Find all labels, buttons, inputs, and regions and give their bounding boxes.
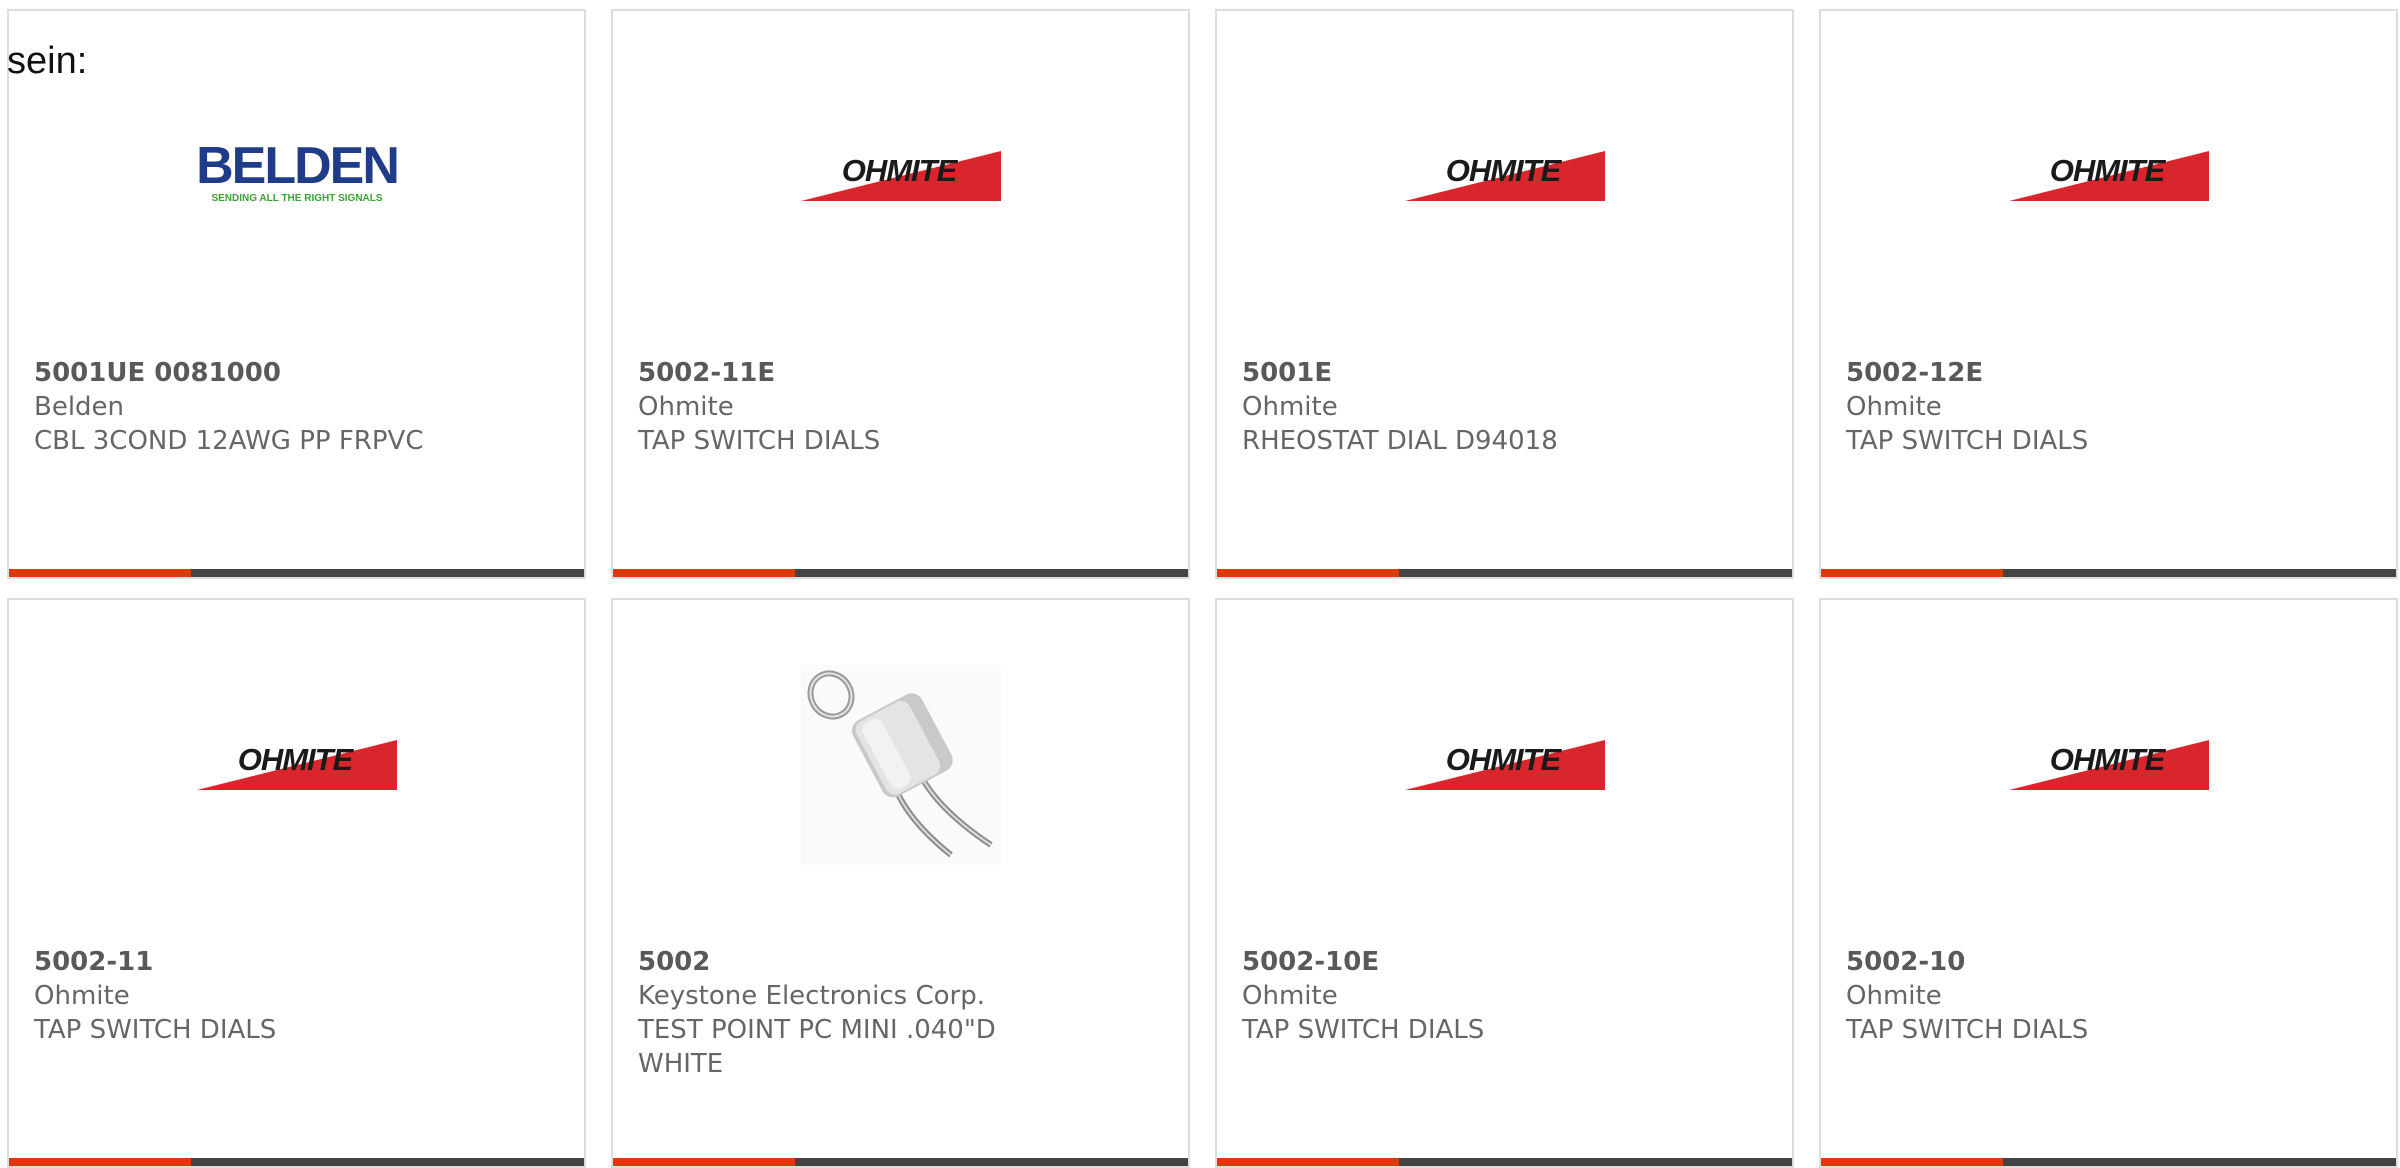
- product-image: BELDEN SENDING ALL THE RIGHT SIGNALS: [9, 11, 584, 341]
- part-number[interactable]: 5001E: [1242, 356, 1672, 390]
- product-image: OHMITE: [1217, 11, 1792, 341]
- product-card[interactable]: BELDEN SENDING ALL THE RIGHT SIGNALS 500…: [7, 9, 586, 579]
- ohmite-logo: OHMITE: [800, 151, 1001, 201]
- manufacturer-name: Ohmite: [1846, 392, 1942, 422]
- product-card[interactable]: OHMITE 5002-12E Ohmite TAP SWITCH DIALS: [1819, 9, 2398, 579]
- ohmite-logo-wordmark: OHMITE: [1445, 153, 1562, 188]
- product-info: 5002-11E Ohmite TAP SWITCH DIALS: [638, 356, 1068, 458]
- product-image: OHMITE: [1821, 11, 2396, 341]
- product-description: TAP SWITCH DIALS: [1846, 1015, 2089, 1045]
- part-number[interactable]: 5001UE 0081000: [34, 356, 464, 390]
- product-image: OHMITE: [1821, 600, 2396, 930]
- ohmite-logo-wordmark: OHMITE: [237, 742, 354, 777]
- product-info: 5002 Keystone Electronics Corp. TEST POI…: [638, 945, 1068, 1081]
- card-accent-bar: [613, 1158, 1188, 1166]
- manufacturer-name: Ohmite: [34, 981, 130, 1011]
- product-card[interactable]: OHMITE 5002-10E Ohmite TAP SWITCH DIALS: [1215, 598, 1794, 1168]
- part-number[interactable]: 5002: [638, 945, 1068, 979]
- product-image: [613, 600, 1188, 930]
- product-info: 5002-11 Ohmite TAP SWITCH DIALS: [34, 945, 464, 1047]
- product-image: OHMITE: [613, 11, 1188, 341]
- product-image: OHMITE: [9, 600, 584, 930]
- part-number[interactable]: 5002-10: [1846, 945, 2276, 979]
- part-number[interactable]: 5002-10E: [1242, 945, 1672, 979]
- product-info: 5002-10 Ohmite TAP SWITCH DIALS: [1846, 945, 2276, 1047]
- manufacturer-name: Ohmite: [1846, 981, 1942, 1011]
- belden-logo-tagline: SENDING ALL THE RIGHT SIGNALS: [211, 193, 382, 204]
- product-description: TAP SWITCH DIALS: [638, 426, 881, 456]
- manufacturer-name: Ohmite: [638, 392, 734, 422]
- ohmite-logo-wordmark: OHMITE: [2049, 153, 2166, 188]
- card-accent-bar: [1821, 569, 2396, 577]
- manufacturer-name: Ohmite: [1242, 981, 1338, 1011]
- part-number[interactable]: 5002-12E: [1846, 356, 2276, 390]
- product-info: 5002-12E Ohmite TAP SWITCH DIALS: [1846, 356, 2276, 458]
- part-number[interactable]: 5002-11E: [638, 356, 1068, 390]
- product-description: CBL 3COND 12AWG PP FRPVC: [34, 426, 424, 456]
- ohmite-logo: OHMITE: [2008, 151, 2209, 201]
- ohmite-logo: OHMITE: [2008, 740, 2209, 790]
- product-grid: BELDEN SENDING ALL THE RIGHT SIGNALS 500…: [0, 0, 2400, 1168]
- product-description: RHEOSTAT DIAL D94018: [1242, 426, 1558, 456]
- product-info: 5001UE 0081000 Belden CBL 3COND 12AWG PP…: [34, 356, 464, 458]
- ohmite-logo-wordmark: OHMITE: [841, 153, 958, 188]
- product-card[interactable]: OHMITE 5001E Ohmite RHEOSTAT DIAL D94018: [1215, 9, 1794, 579]
- part-number[interactable]: 5002-11: [34, 945, 464, 979]
- product-description: TAP SWITCH DIALS: [1846, 426, 2089, 456]
- ohmite-logo-wordmark: OHMITE: [1445, 742, 1562, 777]
- product-card[interactable]: 5002 Keystone Electronics Corp. TEST POI…: [611, 598, 1190, 1168]
- product-info: 5001E Ohmite RHEOSTAT DIAL D94018: [1242, 356, 1672, 458]
- ohmite-logo-wordmark: OHMITE: [2049, 742, 2166, 777]
- card-accent-bar: [1217, 569, 1792, 577]
- ohmite-logo: OHMITE: [1404, 740, 1605, 790]
- product-description: TAP SWITCH DIALS: [34, 1015, 277, 1045]
- product-description: TAP SWITCH DIALS: [1242, 1015, 1485, 1045]
- card-accent-bar: [1217, 1158, 1792, 1166]
- product-card[interactable]: OHMITE 5002-11E Ohmite TAP SWITCH DIALS: [611, 9, 1190, 579]
- product-info: 5002-10E Ohmite TAP SWITCH DIALS: [1242, 945, 1672, 1047]
- card-accent-bar: [1821, 1158, 2396, 1166]
- manufacturer-name: Belden: [34, 392, 125, 422]
- product-card[interactable]: OHMITE 5002-10 Ohmite TAP SWITCH DIALS: [1819, 598, 2398, 1168]
- card-accent-bar: [9, 1158, 584, 1166]
- manufacturer-name: Keystone Electronics Corp.: [638, 981, 986, 1011]
- product-card[interactable]: OHMITE 5002-11 Ohmite TAP SWITCH DIALS: [7, 598, 586, 1168]
- product-image: OHMITE: [1217, 600, 1792, 930]
- card-accent-bar: [9, 569, 584, 577]
- ohmite-logo: OHMITE: [1404, 151, 1605, 201]
- manufacturer-name: Ohmite: [1242, 392, 1338, 422]
- belden-logo: BELDEN SENDING ALL THE RIGHT SIGNALS: [196, 141, 400, 204]
- card-accent-bar: [613, 569, 1188, 577]
- test-point-photo: [800, 665, 1001, 865]
- intro-text: sein:: [7, 40, 88, 82]
- belden-logo-wordmark: BELDEN: [196, 141, 398, 195]
- ohmite-logo: OHMITE: [196, 740, 397, 790]
- product-description: TEST POINT PC MINI .040"D WHITE: [638, 1015, 996, 1079]
